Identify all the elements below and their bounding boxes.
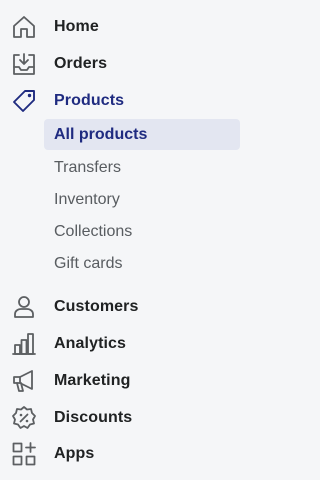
nav-item-label: Discounts	[54, 409, 133, 426]
subnav-label: Inventory	[54, 190, 120, 208]
subnav-label: All products	[54, 125, 148, 143]
subnav-collections[interactable]: Collections	[44, 216, 240, 247]
orders-inbox-icon	[11, 51, 37, 77]
nav-item-apps[interactable]: Apps	[0, 437, 247, 471]
nav-item-label: Analytics	[54, 335, 127, 352]
megaphone-icon	[11, 368, 37, 394]
nav-item-orders[interactable]: Orders	[0, 47, 247, 81]
apps-grid-icon	[11, 441, 37, 467]
nav-item-discounts[interactable]: Discounts	[0, 401, 247, 435]
subnav-gift-cards[interactable]: Gift cards	[44, 248, 240, 279]
subnav-label: Collections	[54, 222, 133, 240]
nav-item-home[interactable]: Home	[0, 10, 247, 44]
subnav-all-products[interactable]: All products	[44, 119, 240, 150]
nav-item-label: Marketing	[54, 372, 131, 389]
nav-item-label: Customers	[54, 298, 139, 315]
nav-item-label: Products	[54, 92, 125, 109]
nav-item-analytics[interactable]: Analytics	[0, 327, 247, 361]
nav-item-label: Apps	[54, 445, 95, 462]
subnav-inventory[interactable]: Inventory	[44, 184, 240, 215]
sidebar-nav: Home Orders Products All products Transf…	[0, 0, 247, 480]
home-icon	[11, 14, 37, 40]
nav-item-products[interactable]: Products	[0, 84, 247, 118]
subnav-transfers[interactable]: Transfers	[44, 152, 240, 183]
nav-item-label: Home	[54, 18, 99, 35]
subnav-label: Transfers	[54, 158, 121, 176]
person-icon	[11, 294, 37, 320]
nav-item-customers[interactable]: Customers	[0, 290, 247, 324]
tag-icon	[11, 88, 37, 114]
discount-badge-icon	[11, 405, 37, 431]
subnav-label: Gift cards	[54, 254, 123, 272]
nav-item-marketing[interactable]: Marketing	[0, 364, 247, 398]
bar-chart-icon	[11, 331, 37, 357]
nav-item-label: Orders	[54, 55, 108, 72]
